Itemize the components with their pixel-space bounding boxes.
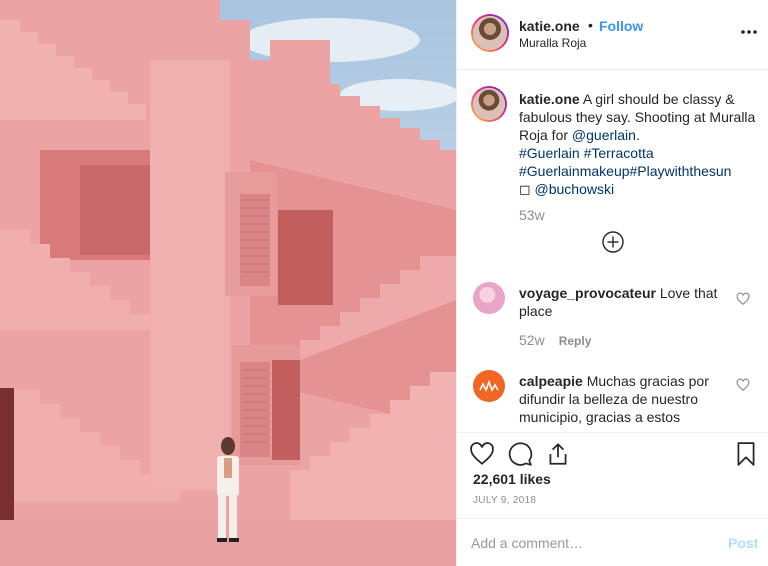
more-horizontal-icon[interactable] (739, 22, 759, 42)
caption-text-2: . (635, 127, 640, 143)
likes-count[interactable]: 22,601 likes (473, 471, 551, 487)
comment-heart-icon[interactable] (736, 378, 750, 392)
photo-illustration (0, 0, 456, 566)
comment-item: calpeapie Muchas gracias por difundir la… (519, 372, 729, 426)
comment-username[interactable]: voyage_provocateur (519, 285, 656, 301)
plus-circle-icon[interactable] (601, 230, 625, 254)
hashtag-terracotta[interactable]: #Terracotta (584, 145, 654, 161)
author-username[interactable]: katie.one (519, 18, 580, 34)
caption-author-avatar[interactable] (471, 86, 507, 122)
commenter-avatar[interactable] (473, 282, 505, 314)
post-side-panel: katie.one • Follow Muralla Roja katie.on… (456, 0, 768, 566)
author-avatar[interactable] (471, 14, 509, 52)
comment-bubble-icon[interactable] (507, 441, 533, 467)
separator-dot: • (588, 17, 593, 33)
caption-age[interactable]: 53w (519, 207, 545, 223)
post-date[interactable]: JULY 9, 2018 (473, 495, 536, 506)
camera-glyph: ◻ (519, 181, 531, 197)
comment-username[interactable]: calpeapie (519, 373, 583, 389)
post-header: katie.one • Follow Muralla Roja (457, 0, 768, 70)
comment-age[interactable]: 52w (519, 332, 545, 348)
comment-input[interactable] (471, 533, 711, 553)
comments-list[interactable]: katie.one A girl should be classy & fabu… (457, 70, 768, 432)
follow-button[interactable]: Follow (599, 18, 643, 34)
add-comment-bar: Post (457, 518, 768, 566)
instagram-post-modal: katie.one • Follow Muralla Roja katie.on… (0, 0, 768, 566)
hashtag-playwiththesun[interactable]: #Playwiththesun (630, 163, 732, 179)
heart-icon[interactable] (469, 441, 495, 467)
comment-item: voyage_provocateur Love that place (519, 284, 729, 320)
comment-meta: 52w Reply (519, 332, 591, 348)
post-comment-button[interactable]: Post (728, 535, 758, 551)
mention-guerlain[interactable]: @guerlain (572, 127, 636, 143)
comment-heart-icon[interactable] (736, 292, 750, 306)
post-actions: 22,601 likes JULY 9, 2018 (457, 432, 768, 518)
hashtag-guerlain[interactable]: #Guerlain (519, 145, 580, 161)
hashtag-guerlainmakeup[interactable]: #Guerlainmakeup (519, 163, 630, 179)
reply-button[interactable]: Reply (559, 334, 592, 348)
caption-username[interactable]: katie.one (519, 91, 580, 107)
bookmark-icon[interactable] (733, 441, 759, 467)
commenter-avatar[interactable] (473, 370, 505, 402)
mention-buchowski[interactable]: @buchowski (535, 181, 615, 197)
post-location[interactable]: Muralla Roja (519, 36, 586, 50)
share-icon[interactable] (545, 441, 571, 467)
post-photo[interactable] (0, 0, 456, 566)
post-caption: katie.one A girl should be classy & fabu… (519, 90, 759, 198)
calpe-logo-icon (479, 379, 499, 392)
